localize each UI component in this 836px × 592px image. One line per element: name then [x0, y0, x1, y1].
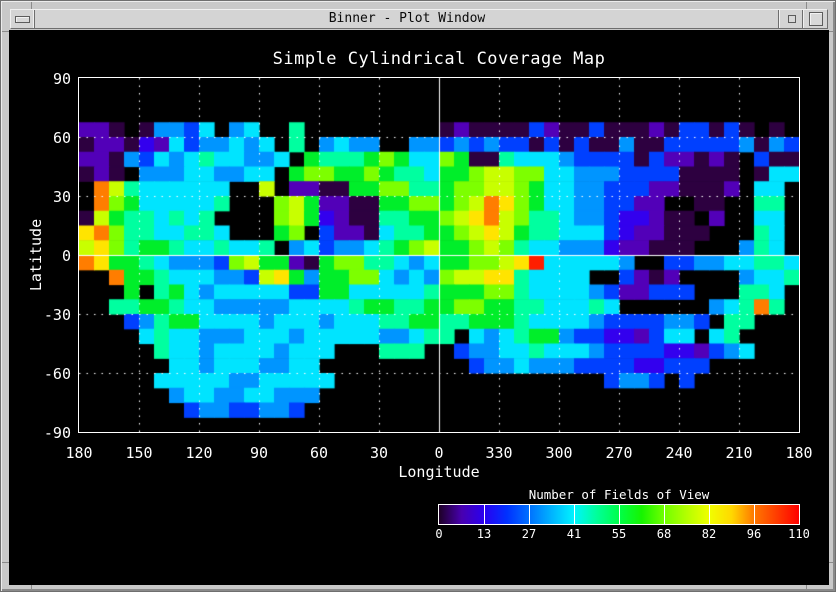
window-title: Binner - Plot Window — [35, 10, 779, 28]
x-tick-label: 180 — [65, 444, 92, 462]
x-tick-label: 30 — [370, 444, 388, 462]
frame-notch — [2, 562, 9, 563]
colorbar-separator — [484, 505, 485, 524]
colorbar-separator — [664, 505, 665, 524]
x-tick-label: 210 — [725, 444, 752, 462]
titlebar[interactable]: Binner - Plot Window — [10, 9, 828, 29]
y-tick-label: 60 — [23, 129, 71, 147]
maximize-icon — [809, 12, 823, 26]
colorbar-tick-label: 55 — [612, 527, 626, 541]
colorbar-tick-label: 41 — [567, 527, 581, 541]
x-tick-label: 150 — [125, 444, 152, 462]
window-menu-icon — [15, 16, 30, 23]
colorbar-tick-label: 68 — [657, 527, 671, 541]
y-tick-label: 30 — [23, 188, 71, 206]
frame-notch — [31, 2, 32, 9]
minimize-icon — [788, 15, 796, 23]
y-tick-label: -90 — [23, 424, 71, 442]
plot-title: Simple Cylindrical Coverage Map — [273, 49, 606, 69]
frame-notch — [2, 31, 9, 32]
window-frame: Binner - Plot Window Simple Cylindrical … — [0, 0, 836, 592]
y-tick-label: -60 — [23, 365, 71, 383]
colorbar-tick-label: 96 — [747, 527, 761, 541]
colorbar-separator — [754, 505, 755, 524]
x-tick-label: 120 — [185, 444, 212, 462]
y-tick-label: 0 — [23, 247, 71, 265]
colorbar-tick-label: 27 — [522, 527, 536, 541]
x-tick-label: 0 — [434, 444, 443, 462]
coverage-map-canvas — [78, 77, 800, 433]
colorbar-separator — [709, 505, 710, 524]
x-tick-label: 180 — [785, 444, 812, 462]
colorbar-separator — [529, 505, 530, 524]
colorbar-tick-label: 13 — [477, 527, 491, 541]
colorbar-title: Number of Fields of View — [529, 487, 710, 502]
maximize-button[interactable] — [803, 10, 827, 28]
x-tick-label: 330 — [485, 444, 512, 462]
colorbar-separator — [619, 505, 620, 524]
x-tick-label: 90 — [250, 444, 268, 462]
y-tick-label: 90 — [23, 70, 71, 88]
colorbar-gradient — [438, 504, 800, 525]
y-tick-label: -30 — [23, 306, 71, 324]
colorbar-tick-label: 110 — [788, 527, 810, 541]
frame-notch — [806, 2, 807, 9]
colorbar-tick-label: 82 — [702, 527, 716, 541]
x-tick-label: 60 — [310, 444, 328, 462]
x-tick-label: 300 — [545, 444, 572, 462]
colorbar-separator — [574, 505, 575, 524]
colorbar-tick-label: 0 — [435, 527, 442, 541]
plot-area: Simple Cylindrical Coverage Map Longitud… — [9, 30, 829, 585]
x-axis-label: Longitude — [398, 463, 479, 481]
minimize-button[interactable] — [779, 10, 803, 28]
x-tick-label: 270 — [605, 444, 632, 462]
x-tick-label: 240 — [665, 444, 692, 462]
window-menu-button[interactable] — [11, 10, 35, 28]
